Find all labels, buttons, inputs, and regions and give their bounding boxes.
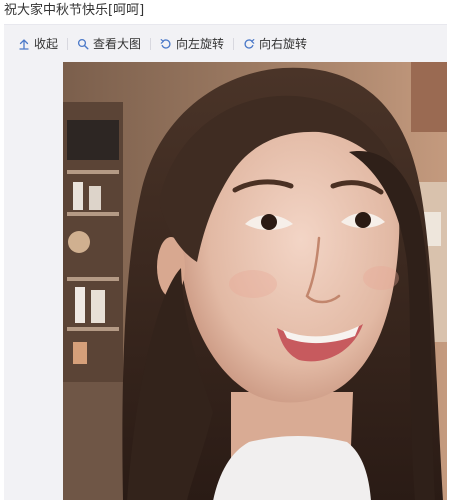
toolbar-separator: [67, 38, 69, 50]
image-toolbar: 收起 查看大图 向左旋转 向右旋转: [4, 25, 447, 63]
rotate-left-label: 向左旋转: [176, 37, 225, 51]
collapse-button[interactable]: 收起: [14, 37, 62, 51]
toolbar-separator: [233, 38, 235, 50]
media-viewer-panel: 收起 查看大图 向左旋转 向右旋转: [4, 24, 447, 500]
view-large-label: 查看大图: [93, 37, 142, 51]
view-large-button[interactable]: 查看大图: [73, 37, 145, 51]
magnifier-icon: [77, 38, 89, 50]
rotate-right-label: 向右旋转: [259, 37, 308, 51]
rotate-right-button[interactable]: 向右旋转: [239, 37, 311, 51]
post-photo[interactable]: [63, 62, 447, 500]
toolbar-separator: [150, 38, 152, 50]
rotate-right-icon: [243, 38, 255, 50]
post-text: 祝大家中秋节快乐[呵呵]: [4, 3, 145, 18]
rotate-left-icon: [160, 38, 172, 50]
weibo-post-view: 祝大家中秋节快乐[呵呵] 收起 查看大图 向左旋转 向右旋转: [0, 0, 449, 500]
selfie-photo: [63, 62, 447, 500]
collapse-up-icon: [18, 38, 30, 50]
collapse-label: 收起: [34, 37, 59, 51]
rotate-left-button[interactable]: 向左旋转: [156, 37, 228, 51]
